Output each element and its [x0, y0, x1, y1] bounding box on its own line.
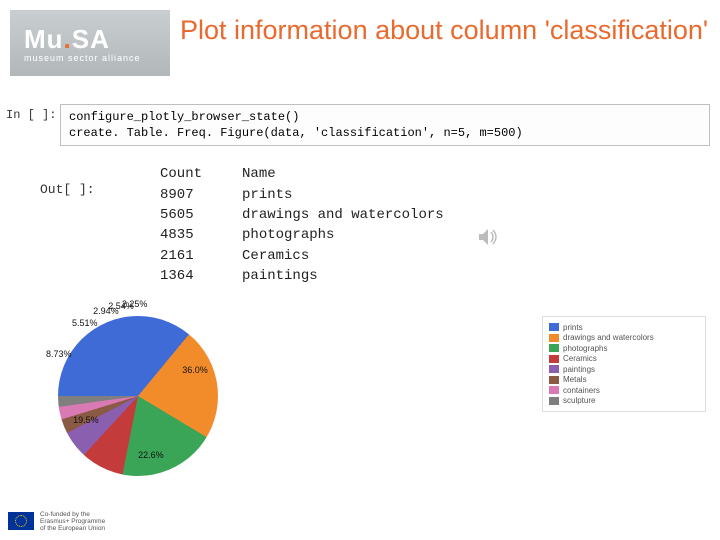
legend-label: prints — [563, 323, 583, 332]
logo-subtitle: museum sector alliance — [24, 53, 170, 63]
footer-line3: of the European Union — [40, 525, 105, 532]
page-title: Plot information about column 'classific… — [170, 10, 708, 48]
legend-label: paintings — [563, 365, 595, 374]
pie-slice-label: 22.6% — [138, 450, 164, 460]
legend-swatch — [549, 334, 559, 342]
footer-text: Co-funded by the Erasmus+ Programme of t… — [40, 511, 105, 532]
sound-icon — [478, 228, 500, 251]
chart-legend: printsdrawings and watercolors photograph… — [542, 316, 706, 412]
legend-label: photographs — [563, 344, 607, 353]
legend-label: sculpture — [563, 396, 595, 405]
output-cell: Out[ ]: Count 8907 5605 4835 2161 1364 N… — [4, 164, 720, 286]
legend-item: sculpture — [549, 396, 699, 405]
legend-label: Ceramics — [563, 354, 597, 363]
musa-logo: Mu.SA museum sector alliance — [10, 10, 170, 76]
legend-item: paintings — [549, 365, 699, 374]
legend-swatch — [549, 365, 559, 373]
legend-item: Metals — [549, 375, 699, 384]
legend-label: drawings and watercolors — [563, 333, 654, 342]
footer-line2: Erasmus+ Programme — [40, 518, 105, 525]
legend-item: Ceramics — [549, 354, 699, 363]
column-count: Count 8907 5605 4835 2161 1364 — [160, 164, 202, 286]
legend-swatch — [549, 397, 559, 405]
column-name: Name prints drawings and watercolors pho… — [242, 164, 444, 286]
footer: Co-funded by the Erasmus+ Programme of t… — [8, 511, 105, 532]
legend-swatch — [549, 386, 559, 394]
legend-item: drawings and watercolors — [549, 333, 699, 342]
pie-slice-label: 8.73% — [46, 349, 72, 359]
output-table: Count 8907 5605 4835 2161 1364 Name prin… — [160, 164, 444, 286]
code-input[interactable]: configure_plotly_browser_state() create.… — [60, 104, 710, 146]
legend-item: prints — [549, 323, 699, 332]
pie-chart: 36.0%22.6%19.5%8.73%5.51%2.94%2.54%2.25%… — [6, 310, 716, 500]
pie-slice-label: 36.0% — [182, 365, 208, 375]
pie-slice-label: 2.25% — [122, 299, 148, 309]
input-cell: In [ ]: configure_plotly_browser_state()… — [4, 104, 710, 146]
pie-slice-label: 5.51% — [72, 318, 98, 328]
output-prompt: Out[ ]: — [4, 164, 160, 286]
input-prompt: In [ ]: — [4, 104, 60, 146]
legend-swatch — [549, 344, 559, 352]
pie-slice-label: 19.5% — [73, 415, 99, 425]
logo-dot: . — [64, 24, 72, 54]
eu-flag-icon — [8, 512, 34, 530]
legend-label: containers — [563, 386, 600, 395]
legend-swatch — [549, 355, 559, 363]
legend-swatch — [549, 376, 559, 384]
footer-line1: Co-funded by the — [40, 511, 105, 518]
legend-swatch — [549, 323, 559, 331]
logo-text-b: SA — [72, 24, 110, 54]
legend-label: Metals — [563, 375, 587, 384]
logo-text-a: Mu — [24, 24, 64, 54]
legend-item: photographs — [549, 344, 699, 353]
legend-item: containers — [549, 386, 699, 395]
